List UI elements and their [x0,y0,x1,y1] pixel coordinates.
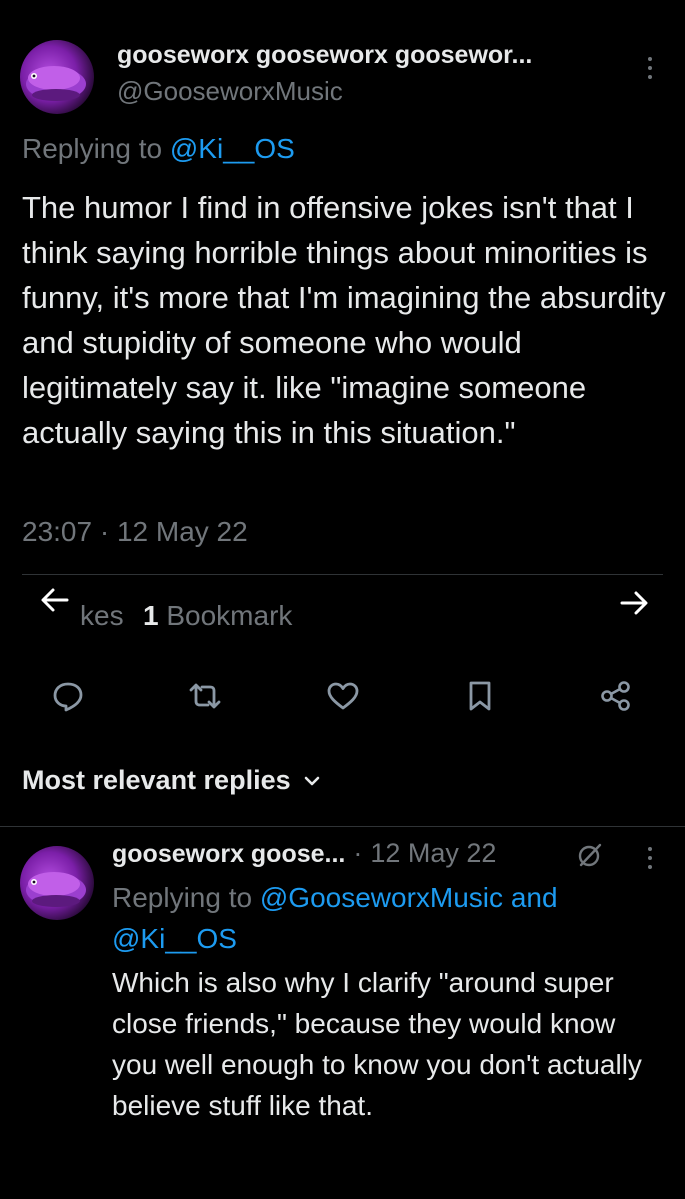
bookmarks-stat[interactable]: 1 Bookmark [143,600,292,632]
gooseworx-avatar-icon [26,66,86,101]
more-options-icon[interactable] [647,847,653,869]
replying-to-line: Replying to @Ki__OS [22,133,295,165]
replies-sort-label: Most relevant replies [22,765,291,795]
tweet-timestamp[interactable]: 23:07 · 12 May 22 [22,516,248,548]
gooseworx-avatar-icon [26,872,86,907]
likes-fragment[interactable]: kes [80,600,124,632]
bookmark-icon[interactable] [460,676,500,716]
restricted-reply-icon [575,840,605,870]
reply-text: Which is also why I clarify "around supe… [112,967,642,1121]
share-icon[interactable] [596,676,636,716]
divider [22,574,663,575]
reply-replying-to: Replying to @GooseworxMusic and @Ki__OS [112,877,662,959]
divider [0,826,685,827]
author-handle[interactable]: @GooseworxMusic [117,76,343,107]
reply-replying-link-2[interactable]: @Ki__OS [112,923,237,954]
reply-icon[interactable] [48,676,88,716]
replies-sort-dropdown[interactable]: Most relevant replies [22,765,321,796]
reply-replying-link-1[interactable]: @GooseworxMusic [260,882,503,913]
reply-replying-label: Replying to [112,882,253,913]
chevron-down-icon [303,775,321,787]
tweet-text: The humor I find in offensive jokes isn'… [22,190,666,450]
retweet-icon[interactable] [185,676,225,716]
author-name[interactable]: gooseworx gooseworx goosewor... [117,41,532,70]
reply-header: gooseworx goose... · 12 May 22 [112,838,496,869]
reply-replying-and: and [510,882,558,913]
replying-to-label: Replying to [22,133,163,164]
avatar[interactable] [20,40,94,114]
bookmark-label: Bookmark [166,600,293,631]
forward-arrow-icon[interactable] [617,588,651,618]
more-options-icon[interactable] [647,57,653,79]
reply-date[interactable]: 12 May 22 [370,838,496,869]
reply-separator: · [353,838,363,868]
like-icon[interactable] [323,676,363,716]
avatar[interactable] [20,846,94,920]
bookmark-count: 1 [143,600,159,631]
back-arrow-icon[interactable] [38,585,72,615]
replying-to-link[interactable]: @Ki__OS [170,133,295,164]
reply-author-name[interactable]: gooseworx goose... [112,840,345,869]
